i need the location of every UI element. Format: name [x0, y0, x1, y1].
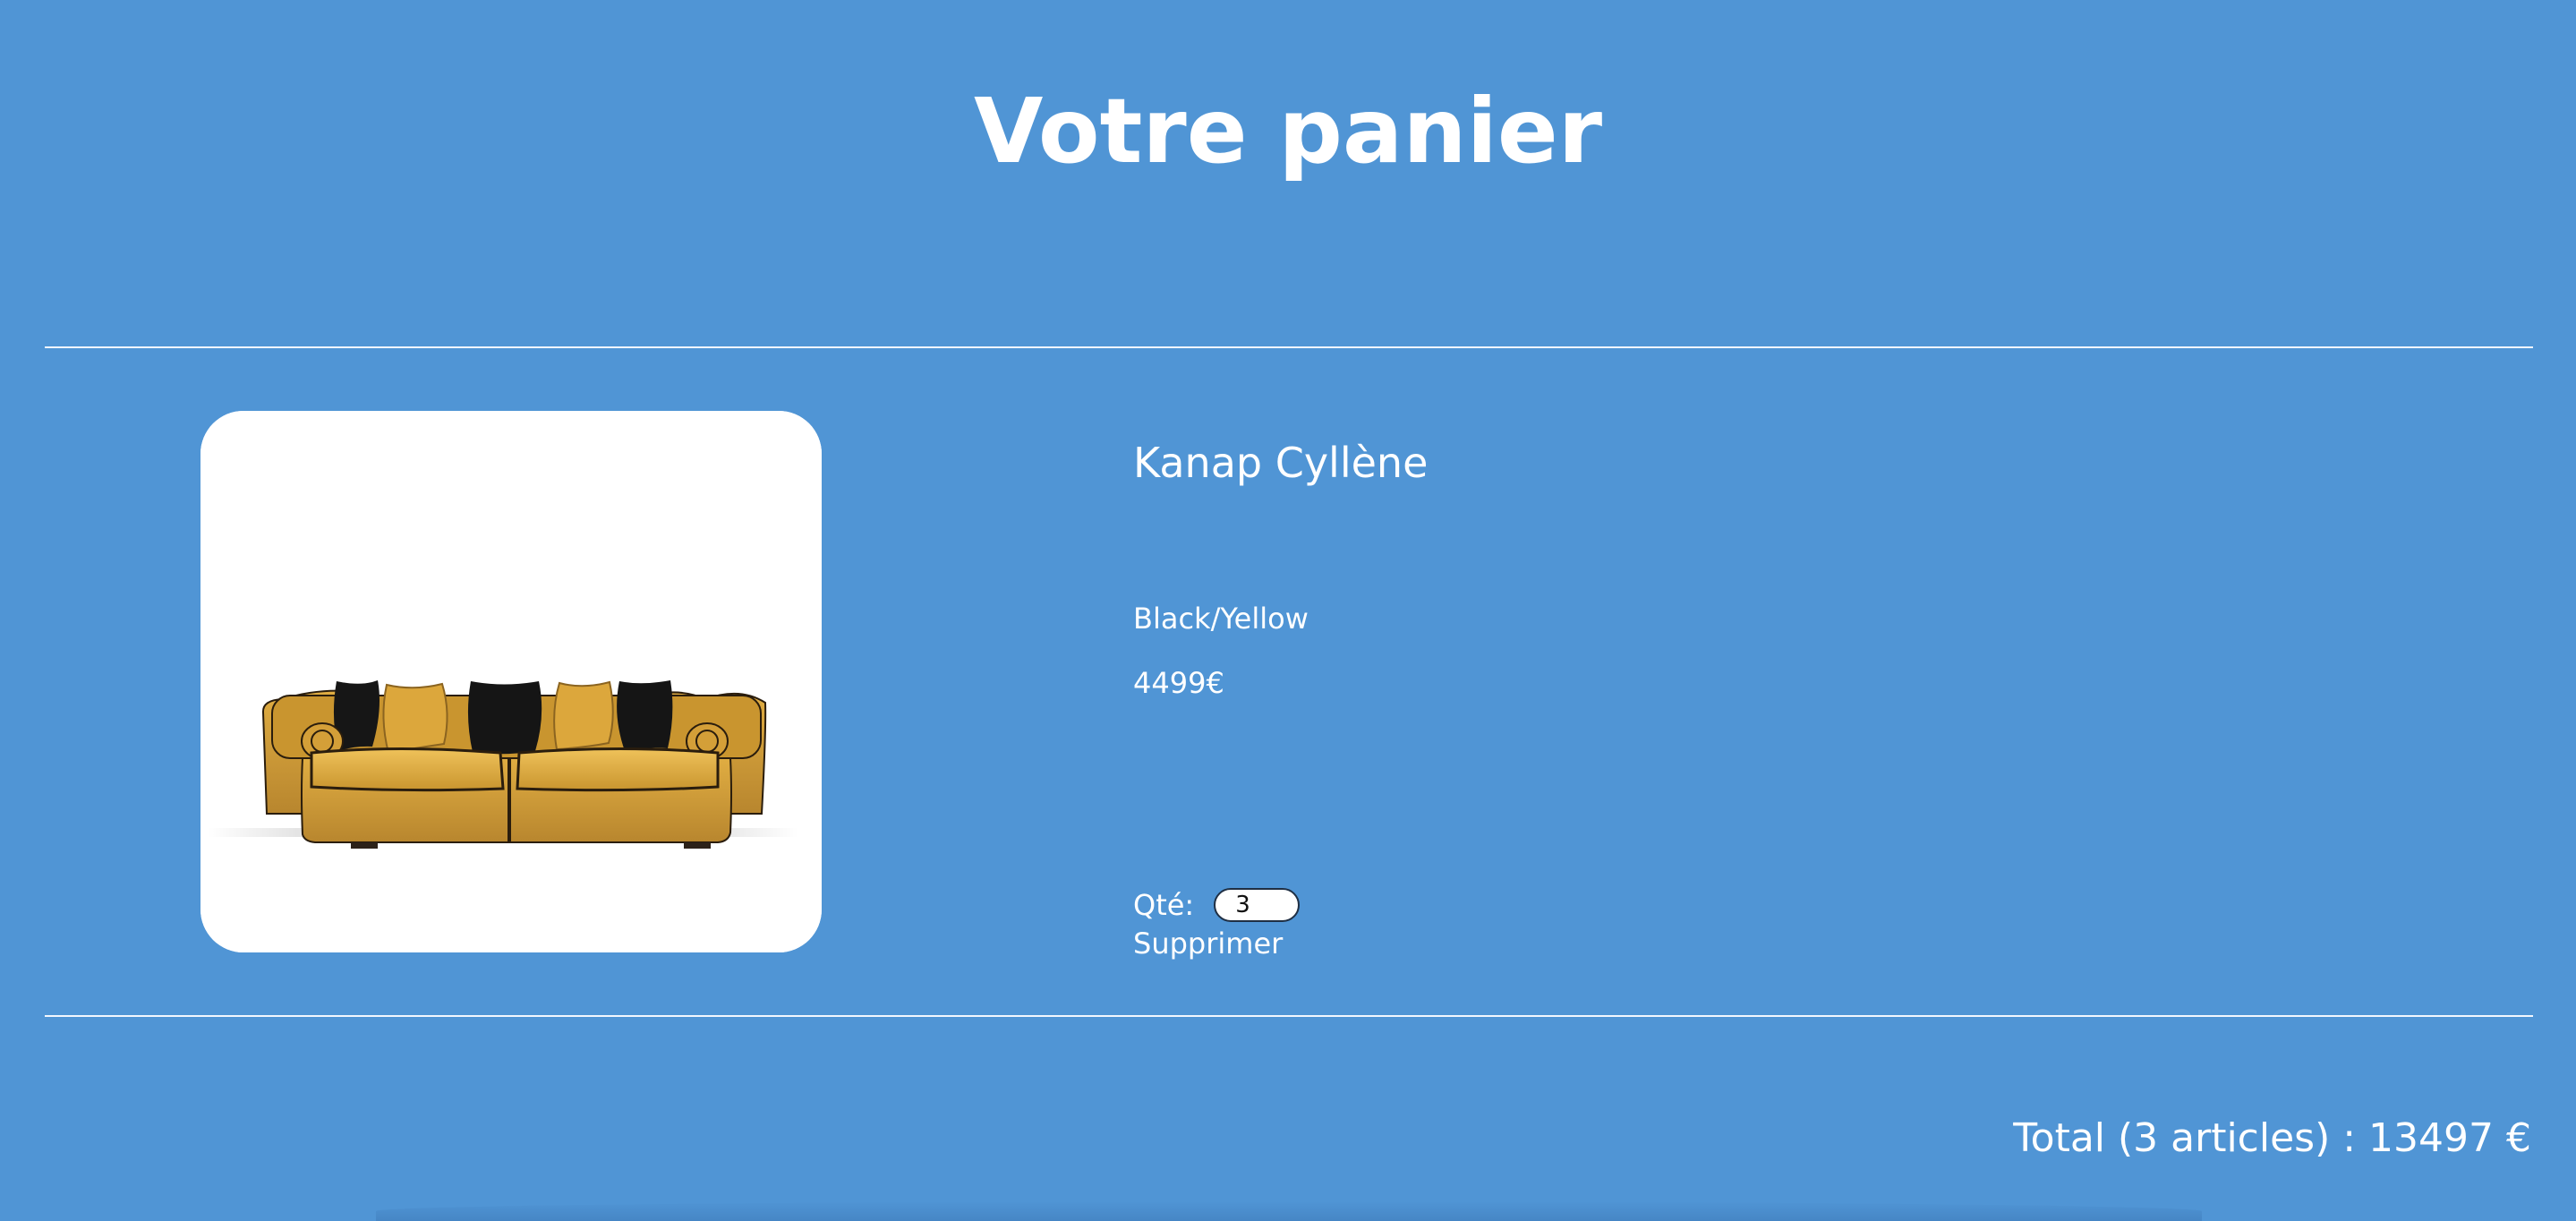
product-image — [200, 411, 822, 952]
cart-item: Kanap Cyllène Black/Yellow 4499€ Qté: Su… — [0, 348, 2576, 1015]
quantity-row: Qté: — [1133, 886, 1301, 924]
product-name: Kanap Cyllène — [1133, 439, 1429, 487]
page-title: Votre panier — [973, 79, 1603, 184]
sofa-image — [200, 411, 822, 952]
cart-total: Total (3 articles) : 13497 € — [2013, 1115, 2531, 1161]
bottom-shadow — [376, 1201, 2202, 1221]
product-color: Black/Yellow — [1133, 602, 1309, 636]
quantity-input[interactable] — [1214, 888, 1301, 922]
product-price: 4499€ — [1133, 666, 1224, 700]
quantity-label: Qté: — [1133, 888, 1195, 922]
delete-button[interactable]: Supprimer — [1133, 926, 1283, 961]
bottom-divider — [45, 1015, 2533, 1017]
